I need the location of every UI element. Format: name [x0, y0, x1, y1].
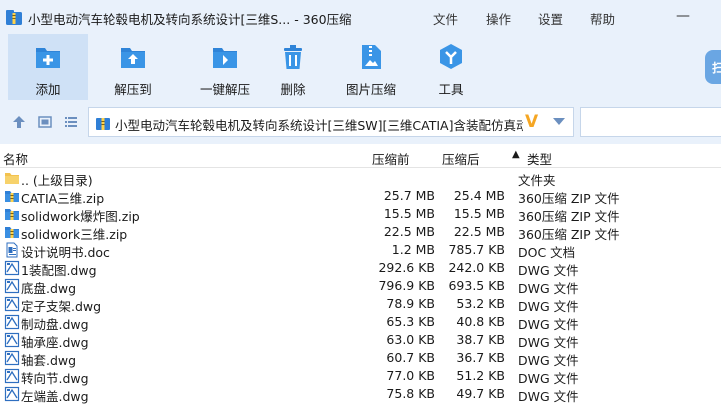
chevron-down-icon[interactable] — [553, 118, 565, 125]
dwg-icon — [4, 368, 20, 384]
file-list: .. (上级目录) 文件夹 CATIA三维.zip 25.7 MB 25.4 MB 360… — [0, 169, 721, 409]
file-packed-size: 785.7 KB — [448, 242, 505, 257]
column-size[interactable]: 压缩前 — [372, 149, 410, 168]
column-header: 名称 压缩前 压缩后 ▲ 类型 — [0, 144, 721, 168]
column-packed[interactable]: 压缩后 — [442, 149, 480, 168]
file-size: 65.3 KB — [386, 314, 435, 329]
file-row[interactable]: 制动盘.dwg 65.3 KB 40.8 KB DWG 文件 — [0, 313, 721, 332]
file-row[interactable]: 定子支架.dwg 78.9 KB 53.2 KB DWG 文件 — [0, 295, 721, 314]
title-bar: 小型电动汽车轮毂电机及转向系统设计[三维S... - 360压缩 文件 操作 设… — [0, 0, 721, 34]
file-row[interactable]: CATIA三维.zip 25.7 MB 25.4 MB 360压缩 ZIP 文件 — [0, 187, 721, 206]
toolbar: 添加 解压到 一键解压 删除 图片压缩 工具 扫 — [0, 34, 721, 100]
file-packed-size: 49.7 KB — [456, 386, 505, 401]
file-packed-size: 36.7 KB — [456, 350, 505, 365]
file-packed-size: 53.2 KB — [456, 296, 505, 311]
zip-icon — [4, 206, 20, 222]
image-compress-button[interactable]: 图片压缩 — [328, 34, 414, 100]
file-row[interactable]: .. (上级目录) 文件夹 — [0, 169, 721, 188]
doc-icon — [4, 242, 20, 258]
tools-icon — [440, 44, 462, 69]
folder-icon — [4, 170, 20, 186]
dwg-icon — [4, 350, 20, 366]
file-row[interactable]: solidwork爆炸图.zip 15.5 MB 15.5 MB 360压缩 ZIP … — [0, 205, 721, 224]
file-row[interactable]: 设计说明书.doc 1.2 MB 785.7 KB DOC 文档 — [0, 241, 721, 260]
file-row[interactable]: 轴套.dwg 60.7 KB 36.7 KB DWG 文件 — [0, 349, 721, 368]
file-packed-size: 693.5 KB — [448, 278, 505, 293]
file-row[interactable]: solidwork三维.zip 22.5 MB 22.5 MB 360压缩 ZIP 文… — [0, 223, 721, 242]
file-packed-size: 22.5 MB — [453, 224, 505, 239]
dwg-icon — [4, 260, 20, 276]
file-size: 77.0 KB — [386, 368, 435, 383]
v-logo-icon[interactable]: V — [525, 112, 538, 132]
menu-help[interactable]: 帮助 — [590, 9, 615, 28]
file-size: 60.7 KB — [386, 350, 435, 365]
sort-ascending-icon: ▲ — [512, 149, 520, 160]
tools-label: 工具 — [438, 82, 464, 97]
menu-settings[interactable]: 设置 — [538, 9, 563, 28]
side-scan-button[interactable]: 扫 — [705, 50, 721, 84]
file-packed-size: 242.0 KB — [448, 260, 505, 275]
file-name: 左端盖.dwg — [21, 389, 89, 404]
image-compress-label: 图片压缩 — [345, 82, 396, 97]
file-type: DWG 文件 — [518, 389, 579, 404]
file-packed-size: 40.8 KB — [456, 314, 505, 329]
dwg-icon — [4, 278, 20, 294]
path-text: 小型电动汽车轮毂电机及转向系统设计[三维SW][三维CATIA]含装配仿真动画 — [115, 118, 523, 133]
file-size: 78.9 KB — [386, 296, 435, 311]
one-click-extract-icon — [213, 48, 237, 68]
zip-icon — [4, 188, 20, 204]
add-button[interactable]: 添加 — [8, 34, 88, 100]
file-packed-size: 51.2 KB — [456, 368, 505, 383]
menu-operation[interactable]: 操作 — [486, 9, 511, 28]
file-size: 1.2 MB — [391, 242, 435, 257]
minimize-button[interactable]: — — [676, 8, 690, 24]
extract-to-label: 解压到 — [114, 82, 152, 97]
list-view-icon[interactable] — [64, 115, 78, 129]
window-title: 小型电动汽车轮毂电机及转向系统设计[三维S... - 360压缩 — [28, 12, 352, 27]
archive-icon — [96, 118, 110, 130]
column-type[interactable]: 类型 — [527, 149, 552, 168]
file-size: 25.7 MB — [383, 188, 435, 203]
add-icon — [36, 48, 60, 68]
tools-button[interactable]: 工具 — [408, 34, 494, 100]
file-row[interactable]: 轴承座.dwg 63.0 KB 38.7 KB DWG 文件 — [0, 331, 721, 350]
dwg-icon — [4, 332, 20, 348]
search-input[interactable] — [580, 107, 721, 137]
trash-icon — [284, 45, 302, 69]
dwg-icon — [4, 296, 20, 312]
file-row[interactable]: 1装配图.dwg 292.6 KB 242.0 KB DWG 文件 — [0, 259, 721, 278]
file-size: 63.0 KB — [386, 332, 435, 347]
up-arrow-icon[interactable] — [12, 115, 26, 129]
file-size: 15.5 MB — [383, 206, 435, 221]
path-field[interactable]: 小型电动汽车轮毂电机及转向系统设计[三维SW][三维CATIA]含装配仿真动画 … — [88, 107, 574, 137]
path-bar: 小型电动汽车轮毂电机及转向系统设计[三维SW][三维CATIA]含装配仿真动画 … — [0, 100, 721, 144]
file-packed-size: 25.4 MB — [453, 188, 505, 203]
extract-to-button[interactable]: 解压到 — [90, 34, 176, 100]
file-size: 75.8 KB — [386, 386, 435, 401]
file-row[interactable]: 转向节.dwg 77.0 KB 51.2 KB DWG 文件 — [0, 367, 721, 386]
dwg-icon — [4, 386, 20, 402]
dwg-icon — [4, 314, 20, 330]
app-logo-icon — [6, 10, 22, 25]
add-label: 添加 — [35, 82, 61, 97]
column-name[interactable]: 名称 — [3, 149, 28, 168]
file-packed-size: 38.7 KB — [456, 332, 505, 347]
file-size: 796.9 KB — [378, 278, 435, 293]
file-row[interactable]: 左端盖.dwg 75.8 KB 49.7 KB DWG 文件 — [0, 385, 721, 404]
file-size: 22.5 MB — [383, 224, 435, 239]
menu-file[interactable]: 文件 — [433, 9, 458, 28]
file-size: 292.6 KB — [378, 260, 435, 275]
file-row[interactable]: 底盘.dwg 796.9 KB 693.5 KB DWG 文件 — [0, 277, 721, 296]
file-packed-size: 15.5 MB — [453, 206, 505, 221]
delete-button[interactable]: 删除 — [250, 34, 336, 100]
zip-icon — [4, 224, 20, 240]
thumbnail-view-icon[interactable] — [38, 115, 52, 129]
image-compress-icon — [362, 45, 381, 69]
extract-to-icon — [121, 48, 145, 68]
delete-label: 删除 — [280, 82, 306, 97]
